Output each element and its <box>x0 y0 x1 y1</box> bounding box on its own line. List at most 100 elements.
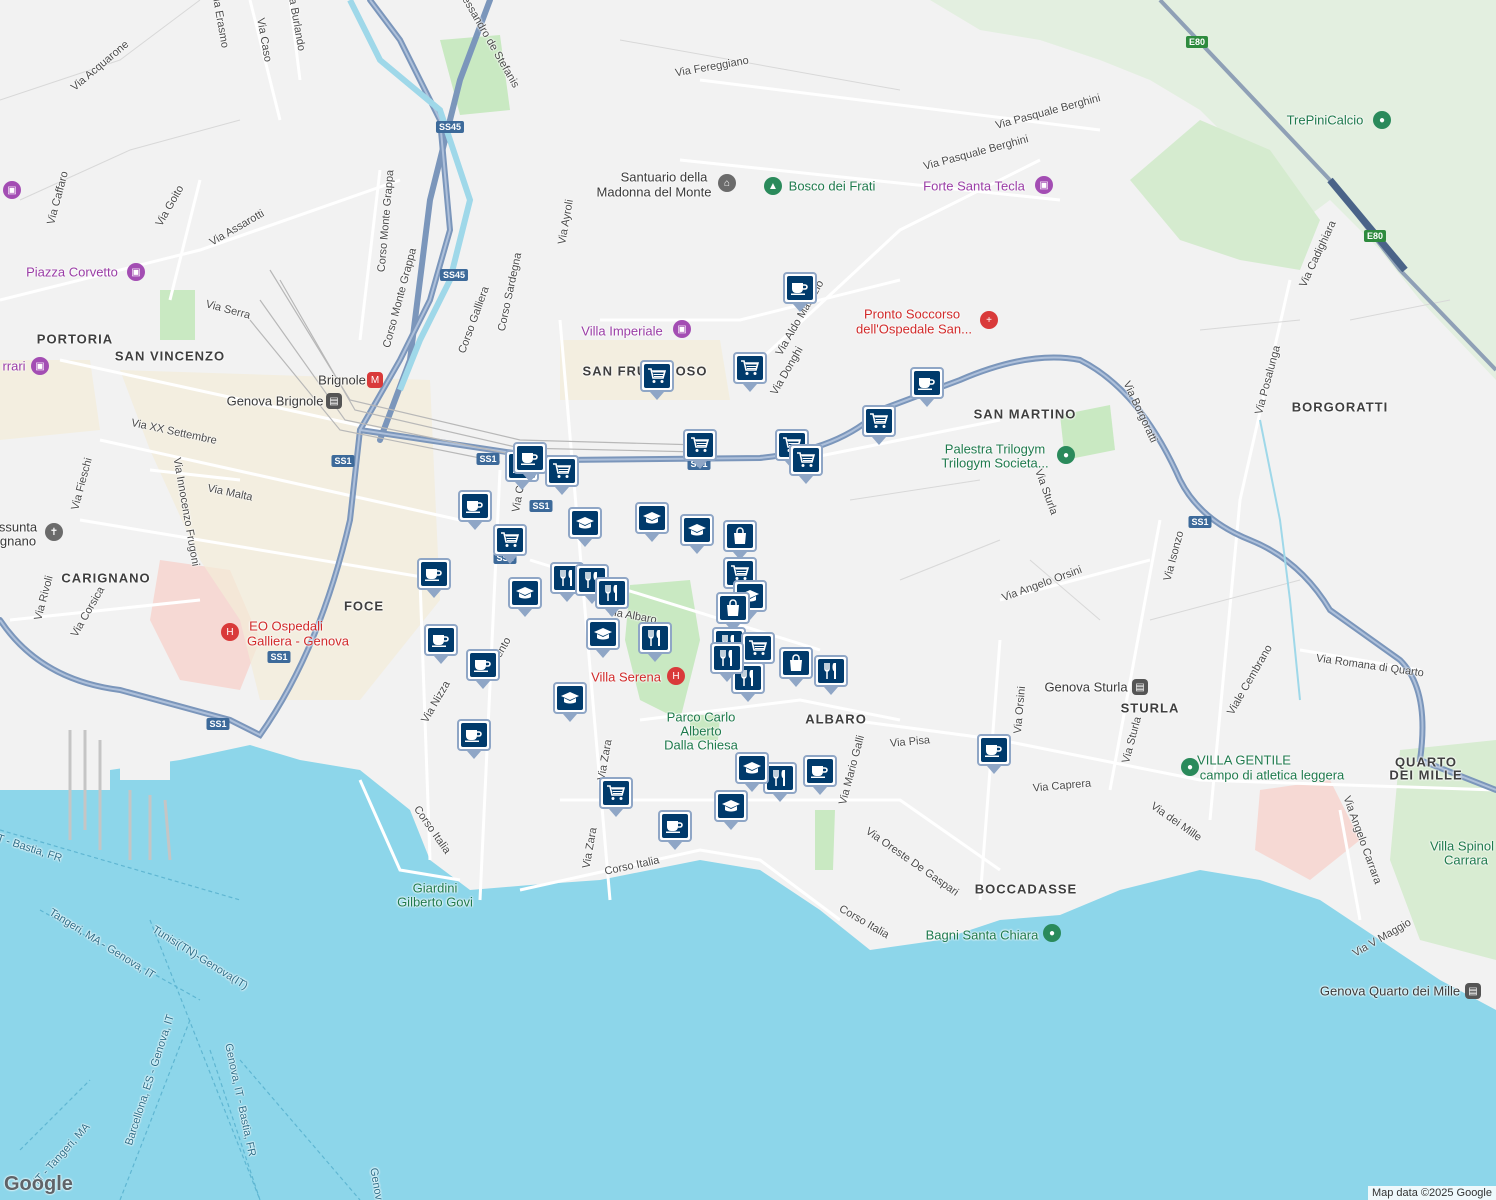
museum-icon[interactable]: ▣ <box>31 357 49 375</box>
place-label[interactable]: Giardini <box>413 881 458 896</box>
map-attribution[interactable]: Map data ©2025 Google <box>1367 1186 1496 1200</box>
museum-icon[interactable]: ▣ <box>1035 176 1053 194</box>
tree-icon[interactable]: ▲ <box>764 177 782 195</box>
place-label[interactable]: Galliera - Genova <box>247 634 349 649</box>
place-label[interactable]: Genova Quarto dei Mille <box>1320 984 1460 999</box>
place-label[interactable]: gnano <box>0 534 36 549</box>
label-san-vincenzo: SAN VINCENZO <box>114 348 226 364</box>
grocery-marker[interactable] <box>599 777 633 817</box>
road-shield: SS1 <box>267 651 291 663</box>
cafe-marker[interactable] <box>783 272 817 312</box>
cafe-icon <box>421 562 447 586</box>
place-label[interactable]: Madonna del Monte <box>597 185 712 200</box>
hospital-icon[interactable]: H <box>667 667 685 685</box>
metro-icon[interactable]: M <box>367 372 383 388</box>
school-marker[interactable] <box>714 790 748 830</box>
place-label[interactable]: Palestra Trilogym <box>945 442 1045 457</box>
grocery-marker[interactable] <box>640 360 674 400</box>
place-label[interactable]: Genova Brignole <box>227 394 324 409</box>
train-icon[interactable]: ▤ <box>326 393 342 409</box>
school-icon <box>590 622 616 646</box>
place-label[interactable]: Forte Santa Tecla <box>923 179 1025 194</box>
grocery-marker[interactable] <box>733 352 767 392</box>
place-label[interactable]: TrePiniCalcio <box>1287 113 1364 128</box>
cafe-marker[interactable] <box>457 719 491 759</box>
place-label[interactable]: Dalla Chiesa <box>664 738 738 753</box>
museum-icon[interactable]: ▣ <box>673 320 691 338</box>
place-label[interactable]: Bagni Santa Chiara <box>926 928 1039 943</box>
place-label[interactable]: Piazza Corvetto <box>26 265 118 280</box>
cafe-icon <box>470 653 496 677</box>
grocery-marker[interactable] <box>683 429 717 469</box>
shopping-marker[interactable] <box>723 520 757 560</box>
place-label[interactable]: Carrara <box>1444 853 1488 868</box>
school-marker[interactable] <box>635 502 669 542</box>
train-icon[interactable]: ▤ <box>1465 983 1481 999</box>
school-marker[interactable] <box>568 507 602 547</box>
museum-icon[interactable]: ▣ <box>127 263 145 281</box>
place-label[interactable]: Genova Sturla <box>1044 680 1127 695</box>
place-label[interactable]: Bosco dei Frati <box>789 179 876 194</box>
school-marker[interactable] <box>680 514 714 554</box>
shopping-marker[interactable] <box>779 647 813 687</box>
place-label[interactable]: campo di atletica leggera <box>1200 768 1345 783</box>
cafe-marker[interactable] <box>513 442 547 482</box>
shopping-icon <box>783 651 809 675</box>
place-label[interactable]: Parco Carlo <box>667 710 736 725</box>
sports-icon[interactable]: ● <box>1373 111 1391 129</box>
grocery-marker[interactable] <box>789 444 823 484</box>
place-label[interactable]: VILLA GENTILE <box>1197 753 1291 768</box>
place-label[interactable]: Alberto <box>680 724 721 739</box>
sports-icon[interactable]: ● <box>1057 446 1075 464</box>
grocery-icon <box>603 781 629 805</box>
shopping-marker[interactable] <box>716 592 750 632</box>
place-label[interactable]: Villa Spinol <box>1430 839 1494 854</box>
cafe-marker[interactable] <box>977 734 1011 774</box>
cafe-marker[interactable] <box>803 755 837 795</box>
grocery-icon <box>644 364 670 388</box>
cafe-marker[interactable] <box>424 624 458 664</box>
place-label[interactable]: EO Ospedali <box>249 619 323 634</box>
cafe-marker[interactable] <box>466 649 500 689</box>
school-icon <box>718 794 744 818</box>
restaurant-marker[interactable] <box>710 642 744 682</box>
school-marker[interactable] <box>553 682 587 722</box>
place-label[interactable]: dell'Ospedale San... <box>856 322 972 337</box>
place-label[interactable]: Trilogym Societa... <box>941 456 1048 471</box>
road-shield: SS1 <box>331 455 355 467</box>
cafe-marker[interactable] <box>658 810 692 850</box>
restaurant-marker[interactable] <box>638 622 672 662</box>
place-label[interactable]: rrari <box>2 359 25 374</box>
grocery-marker[interactable] <box>545 455 579 495</box>
grocery-marker[interactable] <box>862 405 896 445</box>
school-icon <box>572 511 598 535</box>
place-label[interactable]: Villa Imperiale <box>581 324 662 339</box>
church-icon[interactable]: ✝ <box>45 523 63 541</box>
landmark-icon[interactable]: ⌂ <box>718 174 736 192</box>
place-label[interactable]: Brignole <box>318 373 366 388</box>
train-icon[interactable]: ▤ <box>1132 679 1148 695</box>
cafe-marker[interactable] <box>458 490 492 530</box>
cafe-icon <box>428 628 454 652</box>
school-icon <box>557 686 583 710</box>
place-label[interactable]: Villa Serena <box>591 670 661 685</box>
map-canvas[interactable]: PORTORIA SAN VINCENZO CARIGNANO FOCE ALB… <box>0 0 1496 1200</box>
school-marker[interactable] <box>586 618 620 658</box>
hospital-icon[interactable]: H <box>221 623 239 641</box>
school-marker[interactable] <box>735 752 769 792</box>
restaurant-marker[interactable] <box>814 655 848 695</box>
place-label[interactable]: Santuario della <box>621 170 708 185</box>
cafe-icon <box>807 759 833 783</box>
school-marker[interactable] <box>508 577 542 617</box>
place-label[interactable]: Pronto Soccorso <box>864 307 960 322</box>
label-carignano: CARIGNANO <box>61 570 151 586</box>
museum-icon[interactable]: ▣ <box>3 181 21 199</box>
cafe-marker[interactable] <box>417 558 451 598</box>
grocery-marker[interactable] <box>493 524 527 564</box>
cafe-marker[interactable] <box>910 367 944 407</box>
restaurant-marker[interactable] <box>595 577 629 617</box>
beach-icon[interactable]: ● <box>1043 924 1061 942</box>
hospital-icon[interactable]: + <box>980 311 998 329</box>
place-label[interactable]: ssunta <box>0 520 37 535</box>
place-label[interactable]: Gilberto Govi <box>397 895 473 910</box>
